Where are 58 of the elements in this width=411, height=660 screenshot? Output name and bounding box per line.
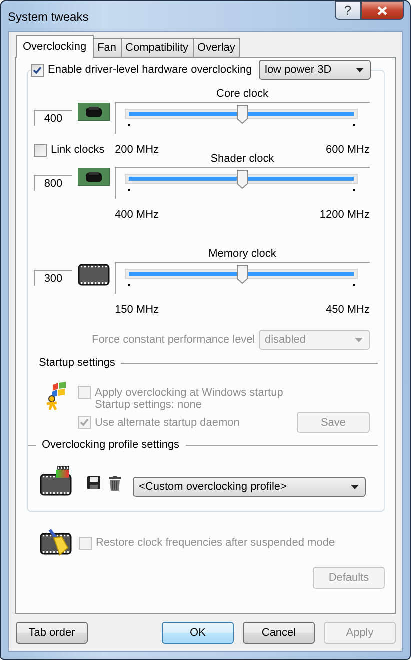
chip-icon [78, 168, 110, 186]
tick-mark [128, 189, 130, 191]
slider[interactable] [115, 262, 370, 294]
caret-icon [356, 68, 364, 72]
tick-mark [353, 189, 355, 191]
tick-mark [353, 284, 355, 286]
button[interactable]: Tab order [16, 622, 88, 644]
min-label: 400 MHz [115, 209, 160, 221]
min-label: 150 MHz [115, 304, 160, 316]
checkbox-label: Use alternate startup daemon [95, 416, 240, 428]
tab[interactable]: Overlay [192, 38, 240, 57]
checkbox-label: Enable driver-level hardware overclocking [48, 64, 252, 76]
close-icon [377, 6, 388, 16]
memory-chip-meter-icon [40, 466, 72, 497]
dropdown[interactable]: <Custom overclocking profile> [133, 477, 366, 497]
tab[interactable]: Compatibility [120, 38, 194, 57]
status-text: Startup settings: none [95, 399, 204, 411]
tab[interactable]: Overclocking [16, 35, 94, 58]
value-field[interactable]: 400 [34, 110, 72, 126]
value-field[interactable]: 300 [34, 270, 72, 286]
checkbox[interactable] [31, 64, 44, 76]
slider[interactable] [115, 167, 370, 199]
save-icon [87, 476, 101, 490]
button[interactable]: OK [162, 622, 234, 644]
slider-title: Shader clock [210, 153, 274, 165]
button[interactable]: Cancel [243, 622, 315, 644]
slider-thumb[interactable] [236, 105, 248, 124]
dropdown[interactable]: low power 3D [259, 60, 371, 80]
min-label: 200 MHz [115, 144, 160, 156]
slider-thumb[interactable] [236, 170, 248, 189]
memory-chip-icon [78, 263, 110, 287]
slider-title: Memory clock [208, 248, 276, 260]
value-field[interactable]: 800 [34, 175, 72, 191]
section-title: Startup settings [38, 357, 116, 369]
caret-icon [355, 338, 363, 342]
caret-icon [351, 484, 359, 490]
slider-title: Core clock [216, 88, 268, 100]
checkbox-label: Apply overclocking at Windows startup [95, 386, 284, 398]
help-button[interactable]: ? [335, 1, 361, 20]
chip-icon [78, 103, 110, 121]
window-title: System tweaks [8, 10, 90, 24]
tab[interactable]: Fan [92, 38, 122, 57]
section-title: Overclocking profile settings [41, 439, 181, 451]
max-label: 600 MHz [326, 144, 370, 156]
close-button[interactable] [361, 1, 404, 20]
max-label: 1200 MHz [320, 209, 370, 221]
checkbox-label: Link clocks [51, 144, 105, 156]
tick-mark [353, 124, 355, 126]
field-label: Force constant performance level [92, 334, 256, 346]
checkbox[interactable] [34, 144, 47, 156]
slider-thumb[interactable] [236, 265, 248, 284]
memory-chip-broom-icon [40, 528, 72, 558]
slider[interactable] [115, 102, 370, 134]
checkbox-label: Restore clock frequencies after suspended mode [96, 537, 336, 549]
tick-mark [128, 284, 130, 286]
tick-mark [128, 124, 130, 126]
max-label: 450 MHz [326, 304, 370, 316]
trash-icon [109, 476, 121, 491]
